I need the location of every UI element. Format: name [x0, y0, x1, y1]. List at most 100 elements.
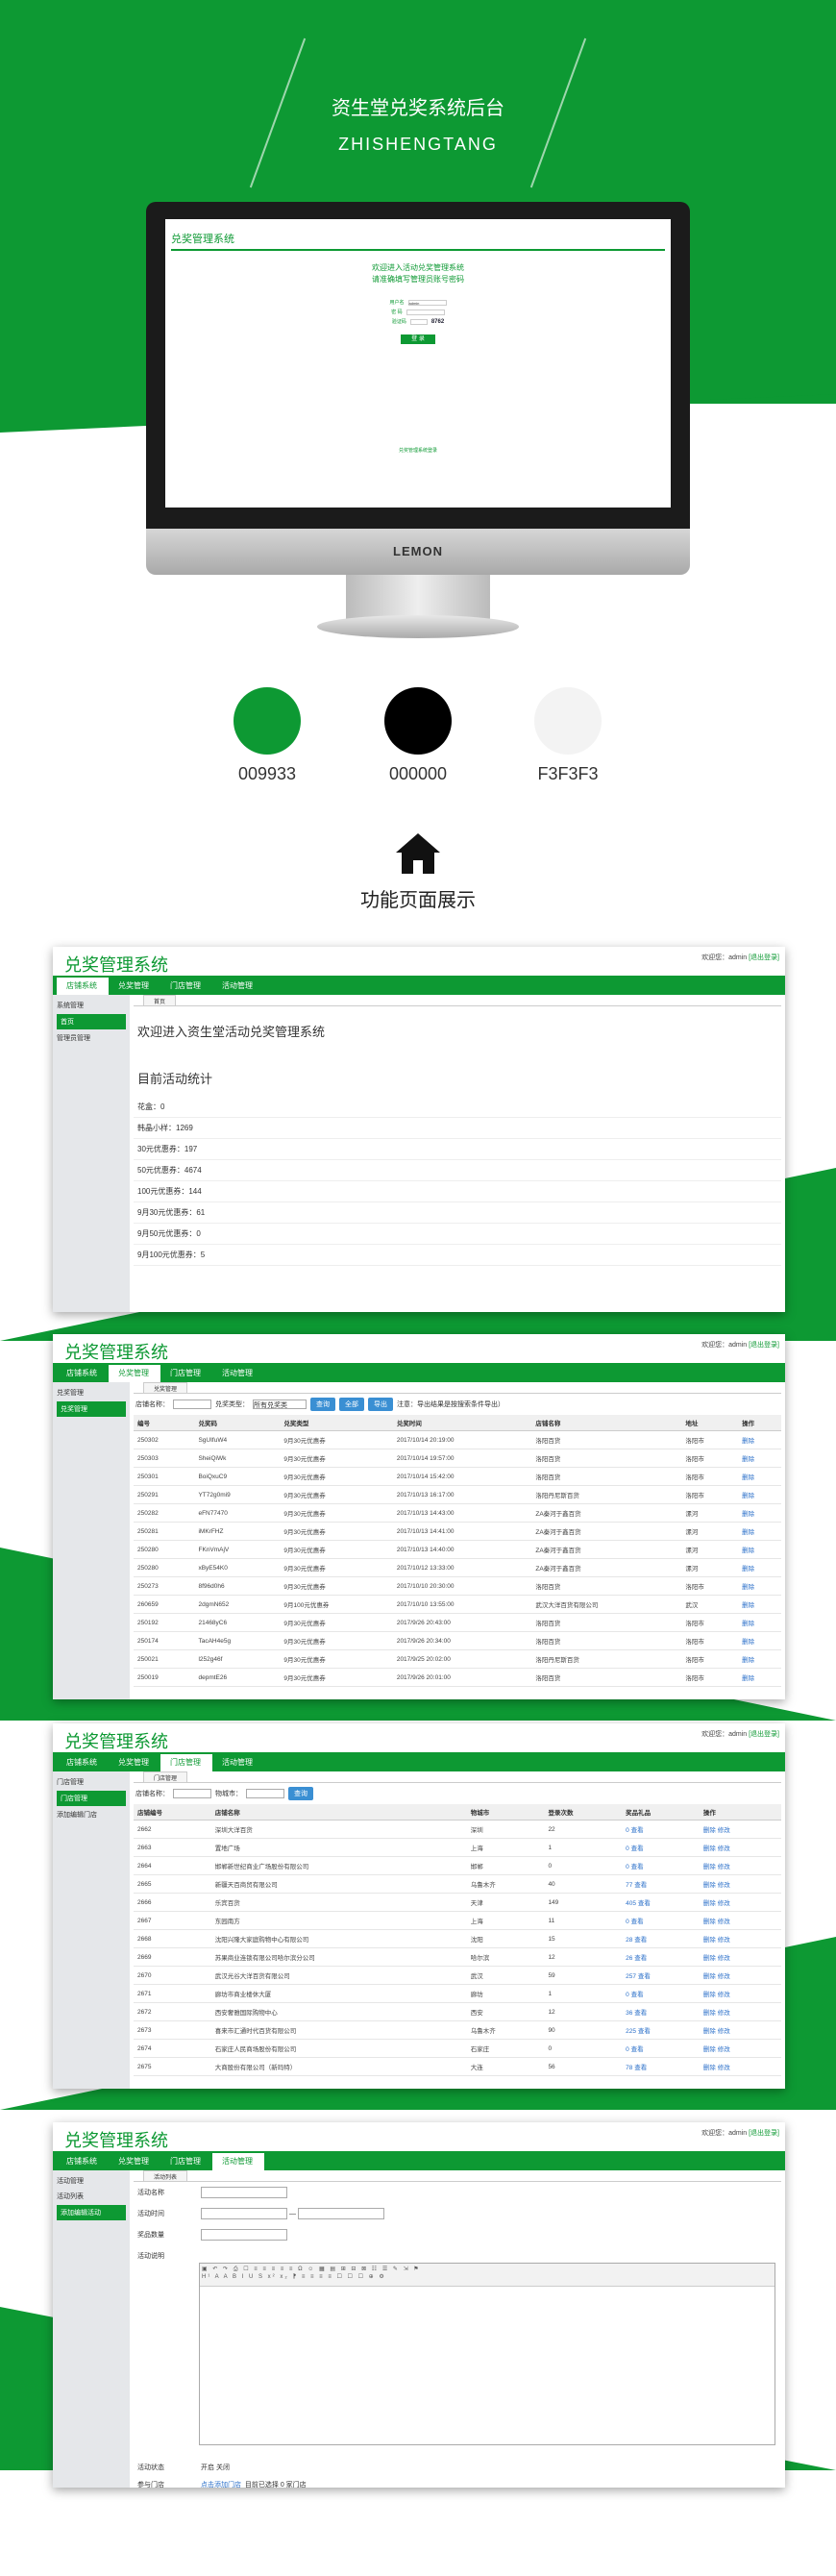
sidebar-item-list[interactable]: 活动列表 [53, 2189, 130, 2204]
logout-link[interactable]: [退出登录] [749, 1731, 779, 1738]
tab-home[interactable]: 首页 [143, 995, 177, 1005]
nav-activity[interactable]: 活动管理 [212, 2153, 264, 2170]
row-action[interactable]: 删除 修改 [699, 2057, 781, 2076]
sidebar-item-store[interactable]: 门店管理 [57, 1791, 126, 1806]
table-cell: 2667 [134, 1911, 211, 1930]
login-button[interactable]: 登 录 [401, 334, 435, 344]
row-action[interactable]: 删除 修改 [699, 2002, 781, 2021]
table-cell: 邯郸 [466, 1856, 545, 1875]
rich-text-editor[interactable]: ▣ ↶ ↷ ⎙ ☐ ≡ ≡ ≡ ≡ ≡ Ω ☺ ▦ ▤ ⊞ ⊟ ⊠ ☷ ☰ ✎ … [199, 2263, 775, 2445]
sidebar-item-add-store[interactable]: 添加编辑门店 [53, 1807, 130, 1822]
row-action[interactable]: 删除 [738, 1540, 781, 1559]
row-action[interactable]: 删除 修改 [699, 1874, 781, 1894]
nav-store[interactable]: 门店管理 [160, 2153, 212, 2170]
row-action[interactable]: 删除 [738, 1576, 781, 1596]
row-action[interactable]: 删除 修改 [699, 1820, 781, 1839]
row-action[interactable]: 删除 [738, 1649, 781, 1669]
sidebar-item-home[interactable]: 首页 [57, 1014, 126, 1029]
table-cell: eFN77470 [194, 1503, 281, 1523]
row-action[interactable]: 删除 [738, 1613, 781, 1632]
row-action[interactable]: 删除 [738, 1467, 781, 1486]
row-action[interactable]: 删除 修改 [699, 1893, 781, 1912]
code-input[interactable] [409, 318, 428, 325]
row-action[interactable]: 删除 修改 [699, 1984, 781, 2003]
table-cell: 9月30元优惠券 [280, 1649, 393, 1669]
table-cell: 2017/10/13 14:41:00 [392, 1522, 532, 1541]
row-action[interactable]: 删除 [738, 1522, 781, 1541]
table-cell: 250301 [134, 1467, 195, 1486]
user-input[interactable]: admin [407, 299, 447, 306]
tab-store[interactable]: 门店管理 [143, 1771, 188, 1782]
stat-line: 30元优惠券：197 [134, 1139, 781, 1160]
all-button[interactable]: 全部 [339, 1398, 364, 1411]
user-label: 用户名 [389, 300, 405, 306]
table-cell: 2017/9/26 20:43:00 [392, 1613, 532, 1632]
row-action[interactable]: 删除 [738, 1449, 781, 1468]
column-header: 编号 [134, 1415, 195, 1431]
nav-shop[interactable]: 店铺系统 [57, 978, 109, 995]
row-action[interactable]: 删除 修改 [699, 1911, 781, 1930]
nav-shop[interactable]: 店铺系统 [57, 2153, 109, 2170]
home-icon [396, 833, 440, 874]
shop-label: 店铺名称： [135, 1401, 169, 1408]
nav-store[interactable]: 门店管理 [160, 978, 212, 995]
row-action[interactable]: 删除 [738, 1430, 781, 1449]
name-input[interactable] [201, 2187, 287, 2198]
row-action[interactable]: 删除 修改 [699, 1947, 781, 1967]
shop-input[interactable] [173, 1789, 211, 1798]
shop-input[interactable] [173, 1399, 211, 1409]
row-action[interactable]: 删除 [738, 1503, 781, 1523]
login-footer: 兑奖管理系统登录 [398, 448, 437, 454]
table-cell: 22 [544, 1820, 623, 1839]
sidebar-item-redeem[interactable]: 兑奖管理 [57, 1401, 126, 1417]
row-action[interactable]: 删除 修改 [699, 1856, 781, 1875]
table-cell: 0 查看 [622, 1856, 700, 1875]
row-action[interactable]: 删除 [738, 1485, 781, 1504]
swatch-label-grey: F3F3F3 [537, 764, 599, 783]
password-input[interactable] [406, 309, 445, 315]
tab-activity[interactable]: 活动列表 [143, 2170, 188, 2181]
start-time-input[interactable] [201, 2208, 287, 2219]
nav-activity[interactable]: 活动管理 [212, 1754, 264, 1771]
logout-link[interactable]: [退出登录] [749, 2130, 779, 2137]
logout-link[interactable]: [退出登录] [749, 954, 779, 961]
quantity-input[interactable] [201, 2229, 287, 2241]
row-action[interactable]: 删除 修改 [699, 1929, 781, 1948]
nav-store[interactable]: 门店管理 [160, 1754, 212, 1771]
nav-store[interactable]: 门店管理 [160, 1365, 212, 1382]
export-button[interactable]: 导出 [368, 1398, 393, 1411]
query-button[interactable]: 查询 [310, 1398, 335, 1411]
row-action[interactable]: 删除 [738, 1668, 781, 1687]
row-action[interactable]: 删除 [738, 1631, 781, 1650]
nav-shop[interactable]: 店铺系统 [57, 1365, 109, 1382]
city-input[interactable] [246, 1789, 284, 1798]
nav-redeem[interactable]: 兑奖管理 [109, 978, 160, 995]
status-radio[interactable]: 开启 关闭 [201, 2463, 230, 2472]
table-cell: 洛阳市 [681, 1576, 739, 1596]
sidebar-item-admin[interactable]: 管理员管理 [53, 1030, 130, 1046]
logout-link[interactable]: [退出登录] [749, 1342, 779, 1349]
table-cell: 邯郸新世纪商业广场股份有限公司 [210, 1856, 467, 1875]
captcha-image[interactable]: 8762 [431, 319, 444, 325]
nav-redeem[interactable]: 兑奖管理 [109, 2153, 160, 2170]
table-row: 250280 xByE54K0 9月30元优惠券 2017/10/12 13:33:0… [134, 1558, 781, 1577]
row-action[interactable]: 删除 修改 [699, 2039, 781, 2058]
type-select[interactable]: 所有兑奖类 [253, 1399, 307, 1409]
tab-redeem[interactable]: 兑奖管理 [143, 1382, 188, 1393]
nav-redeem[interactable]: 兑奖管理 [109, 1365, 160, 1382]
sidebar-item-add-activity[interactable]: 添加编辑活动 [57, 2205, 126, 2220]
table-row: 250303 SheiQiWk 9月30元优惠券 2017/10/14 19:57:0… [134, 1449, 781, 1468]
editor-toolbar[interactable]: ▣ ↶ ↷ ⎙ ☐ ≡ ≡ ≡ ≡ ≡ Ω ☺ ▦ ▤ ⊞ ⊟ ⊠ ☷ ☰ ✎ … [200, 2264, 775, 2287]
nav-redeem[interactable]: 兑奖管理 [109, 1754, 160, 1771]
nav-shop[interactable]: 店铺系统 [57, 1754, 109, 1771]
row-action[interactable]: 删除 [738, 1595, 781, 1614]
row-action[interactable]: 删除 修改 [699, 2020, 781, 2040]
add-shop-link[interactable]: 点击添加门店 [201, 2480, 241, 2488]
row-action[interactable]: 删除 修改 [699, 1966, 781, 1985]
query-button[interactable]: 查询 [288, 1787, 313, 1800]
row-action[interactable]: 删除 [738, 1558, 781, 1577]
row-action[interactable]: 删除 修改 [699, 1838, 781, 1857]
nav-activity[interactable]: 活动管理 [212, 1365, 264, 1382]
nav-activity[interactable]: 活动管理 [212, 978, 264, 995]
end-time-input[interactable] [297, 2208, 384, 2219]
